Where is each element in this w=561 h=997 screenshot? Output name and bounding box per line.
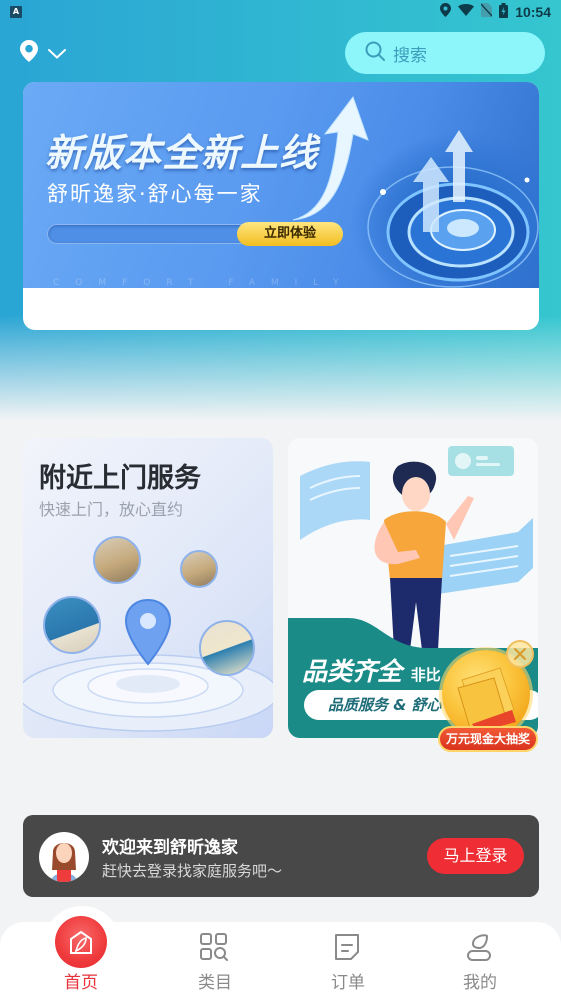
wifi-icon: [458, 4, 475, 20]
no-sim-icon: [480, 3, 493, 21]
login-title: 欢迎来到舒昕逸家: [102, 838, 238, 858]
lottery-label: 万元现金大抽奖: [438, 726, 538, 752]
battery-icon: [499, 2, 509, 22]
try-now-button[interactable]: 立即体验: [237, 222, 343, 246]
search-input[interactable]: 搜索: [345, 32, 545, 74]
promo-banner[interactable]: 新版本全新上线 舒昕逸家·舒心每一家 立即体验 COMFORT FAMILY: [23, 82, 539, 330]
service-photo-3: [43, 596, 101, 654]
location-selector[interactable]: [20, 40, 66, 66]
service-photo-1: [93, 536, 141, 584]
login-subtitle: 赶快去登录找家庭服务吧～: [102, 862, 283, 880]
tab-profile[interactable]: 我的: [430, 922, 530, 997]
tab-profile-label: 我的: [463, 973, 497, 993]
tab-orders[interactable]: 订单: [298, 922, 398, 997]
order-icon: [332, 932, 362, 966]
service-photo-4: [199, 620, 255, 676]
search-icon: [365, 41, 385, 66]
app-indicator-icon: A: [10, 6, 22, 18]
avatar: [39, 832, 89, 882]
search-placeholder: 搜索: [393, 45, 427, 66]
nearby-service-title: 附近上门服务: [39, 463, 201, 494]
lottery-widget[interactable]: 万元现金大抽奖: [428, 640, 548, 755]
banner-title: 新版本全新上线: [45, 131, 319, 175]
banner-image: 新版本全新上线 舒昕逸家·舒心每一家 立即体验 COMFORT FAMILY: [23, 82, 539, 288]
lottery-close-button[interactable]: [506, 640, 534, 668]
location-pin-3d-icon: [124, 598, 172, 666]
location-status-icon: [440, 3, 452, 21]
banner-watermark: COMFORT FAMILY: [53, 278, 355, 288]
profile-icon: [464, 932, 494, 966]
tab-category-label: 类目: [198, 973, 232, 993]
category-title-text: 品类齐全: [302, 657, 403, 686]
banner-subtitle: 舒昕逸家·舒心每一家: [47, 182, 263, 206]
status-bar: A 10:54: [0, 0, 561, 24]
nearby-service-card[interactable]: 附近上门服务 快速上门，放心直约: [23, 438, 273, 738]
status-time: 10:54: [515, 4, 551, 20]
chevron-down-icon: [48, 44, 66, 63]
nearby-service-subtitle: 快速上门，放心直约: [39, 500, 184, 519]
login-button[interactable]: 马上登录: [427, 838, 524, 874]
service-photo-2: [180, 550, 218, 588]
close-icon: [514, 648, 526, 660]
person-illustration: [374, 461, 474, 650]
tab-category[interactable]: 类目: [165, 922, 265, 997]
top-header: 搜索: [0, 32, 561, 74]
tab-home[interactable]: 首页: [31, 922, 131, 997]
login-prompt-bar: 欢迎来到舒昕逸家 赶快去登录找家庭服务吧～ 马上登录: [23, 815, 539, 897]
tab-orders-label: 订单: [331, 973, 365, 993]
map-pin-icon: [20, 40, 38, 66]
category-title: 品类齐全 非比: [302, 652, 441, 688]
tab-home-label: 首页: [64, 973, 98, 993]
category-search-icon: [199, 932, 229, 966]
